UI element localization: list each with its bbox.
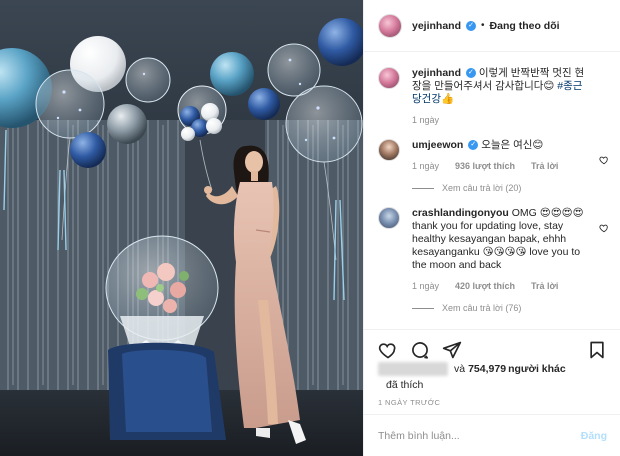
post-sidebar: yejinhand ✓ • Đang theo dõi yejinhand ✓ …	[363, 0, 620, 456]
comment-time[interactable]: 1 ngày	[412, 281, 439, 291]
likes-suffix[interactable]: người khác	[508, 363, 566, 375]
view-replies-text[interactable]: Xem câu trả lời (76)	[442, 303, 521, 313]
caption-avatar[interactable]	[378, 67, 400, 89]
comment-avatar[interactable]	[378, 139, 400, 161]
likes-and-text: và	[454, 363, 466, 375]
caption-emoji: 👍	[440, 93, 455, 105]
post-header: yejinhand ✓ • Đang theo dõi	[364, 0, 620, 52]
likes-liked-text: đã thích	[386, 379, 424, 391]
view-replies-link[interactable]: Xem câu trả lời (20)	[412, 183, 607, 193]
comment-reply-button[interactable]: Trả lời	[531, 161, 558, 171]
view-replies-text[interactable]: Xem câu trả lời (20)	[442, 183, 521, 193]
post-photo[interactable]	[0, 0, 363, 456]
comment-item: crashlandingonyou OMG 😍😍😍😍 thank you for…	[378, 207, 609, 291]
comment-likes[interactable]: 936 lượt thích	[455, 161, 515, 171]
share-icon[interactable]	[442, 340, 462, 360]
post-comment-button[interactable]: Đăng	[581, 430, 607, 442]
comment-text: 오늘은 여신😊	[481, 139, 544, 151]
comments-list[interactable]: yejinhand ✓ 이렇게 반짝반짝 멋진 현장을 만들어주셔서 감사합니다…	[364, 53, 620, 329]
caption-username[interactable]: yejinhand	[412, 67, 461, 79]
author-avatar[interactable]	[378, 13, 402, 38]
verified-badge-icon: ✓	[468, 140, 479, 151]
verified-badge-icon: ✓	[466, 20, 477, 31]
bookmark-icon[interactable]	[587, 340, 607, 360]
view-replies-link[interactable]: Xem câu trả lời (76)	[412, 303, 607, 313]
comment-reply-button[interactable]: Trả lời	[531, 281, 558, 291]
comment-item: umjeewon ✓ 오늘은 여신😊 1 ngày 936 lượt thích…	[378, 139, 609, 171]
comment-avatar[interactable]	[378, 207, 400, 229]
comment-icon[interactable]	[410, 340, 430, 360]
comment-username[interactable]: crashlandingonyou	[412, 207, 509, 219]
verified-badge-icon: ✓	[465, 68, 476, 79]
caption-time[interactable]: 1 ngày	[412, 115, 439, 125]
comment-likes[interactable]: 420 lượt thích	[455, 281, 515, 291]
comment-heart-icon[interactable]	[599, 223, 609, 233]
comment-input[interactable]	[378, 429, 581, 442]
add-comment-bar: Đăng	[364, 414, 620, 456]
comment-username[interactable]: umjeewon	[412, 139, 463, 151]
post-date[interactable]: 1 NGÀY TRƯỚC	[378, 398, 440, 407]
follow-status-button[interactable]: Đang theo dõi	[490, 20, 560, 32]
likes-summary: và 754,979 người khác đã thích	[378, 362, 613, 391]
comment-time[interactable]: 1 ngày	[412, 161, 439, 171]
likes-count[interactable]: 754,979	[468, 363, 506, 375]
heart-icon[interactable]	[378, 340, 398, 360]
photo-illustration	[0, 18, 363, 456]
author-username[interactable]: yejinhand	[412, 20, 461, 32]
separator-dot: •	[481, 20, 485, 31]
caption: yejinhand ✓ 이렇게 반짝반짝 멋진 현장을 만들어주셔서 감사합니다…	[378, 67, 607, 125]
liker-names-blurred[interactable]	[378, 362, 448, 376]
comment-heart-icon[interactable]	[599, 155, 609, 165]
